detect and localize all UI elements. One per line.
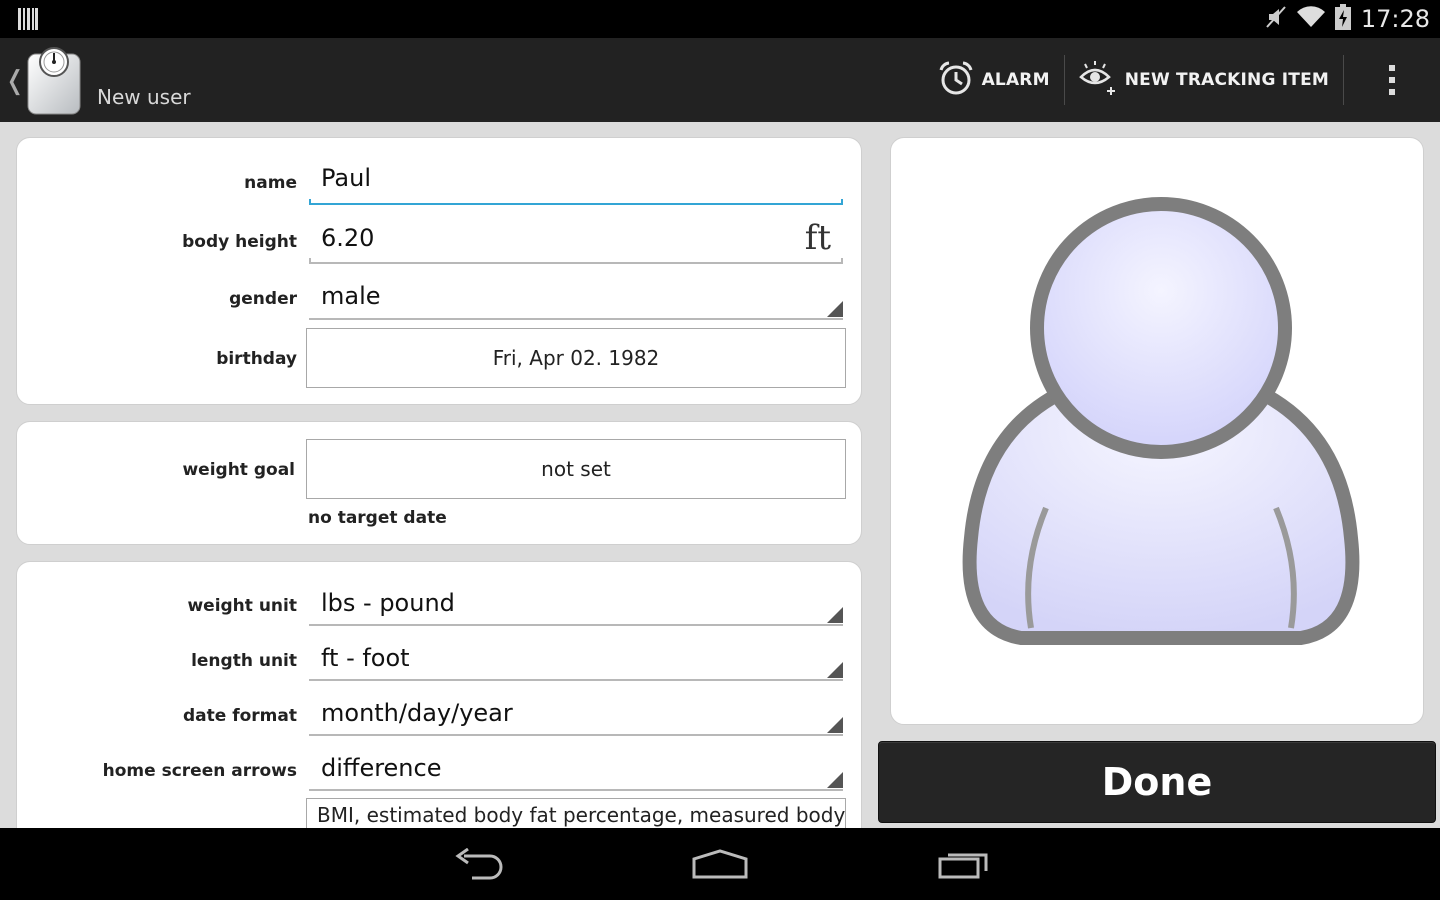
length-unit-label: length unit bbox=[191, 651, 297, 671]
back-button[interactable] bbox=[437, 842, 517, 886]
body-height-underline bbox=[309, 258, 843, 264]
avatar-card[interactable] bbox=[890, 137, 1424, 725]
mute-icon bbox=[1265, 5, 1287, 33]
length-unit-spinner[interactable]: ft - foot bbox=[309, 644, 843, 672]
alarm-label: ALARM bbox=[981, 70, 1050, 90]
birthday-label: birthday bbox=[216, 349, 297, 369]
recent-apps-button[interactable] bbox=[924, 842, 1004, 886]
weight-unit-underline bbox=[309, 624, 843, 626]
navigation-bar bbox=[0, 828, 1440, 900]
home-screen-arrows-spinner[interactable]: difference bbox=[309, 754, 843, 782]
date-format-underline bbox=[309, 734, 843, 736]
spinner-arrow-icon bbox=[827, 607, 843, 623]
displayed-values-button[interactable]: BMI, estimated body fat percentage, meas… bbox=[306, 798, 846, 828]
settings-card: weight unit lbs - pound length unit ft -… bbox=[16, 561, 862, 828]
name-input[interactable]: Paul bbox=[309, 164, 843, 192]
spinner-arrow-icon bbox=[827, 772, 843, 788]
bathroom-scale-icon[interactable] bbox=[24, 44, 84, 116]
weight-unit-label: weight unit bbox=[187, 596, 297, 616]
alarm-clock-icon bbox=[938, 60, 974, 101]
name-label: name bbox=[244, 173, 297, 193]
weight-goal-label: weight goal bbox=[182, 460, 295, 480]
spinner-arrow-icon bbox=[827, 717, 843, 733]
body-height-input[interactable]: 6.20 bbox=[309, 224, 843, 252]
body-height-unit: ft bbox=[804, 218, 831, 258]
home-icon bbox=[692, 849, 748, 879]
date-format-label: date format bbox=[183, 706, 297, 726]
spinner-arrow-icon bbox=[827, 662, 843, 678]
length-unit-underline bbox=[309, 679, 843, 681]
new-tracking-item-button[interactable]: NEW TRACKING ITEM bbox=[1065, 38, 1343, 122]
spinner-arrow-icon bbox=[827, 301, 843, 317]
wifi-icon bbox=[1296, 6, 1325, 32]
date-format-spinner[interactable]: month/day/year bbox=[309, 699, 843, 727]
alarm-button[interactable]: ALARM bbox=[924, 38, 1064, 122]
profile-card: name Paul body height 6.20 ft gender mal… bbox=[16, 137, 862, 405]
action-bar: ❬ New user ALARM NEW TRACKING ITEM bbox=[0, 38, 1440, 122]
weight-goal-button[interactable]: not set bbox=[306, 439, 846, 499]
status-bar: 17:28 bbox=[0, 0, 1440, 38]
birthday-button[interactable]: Fri, Apr 02. 1982 bbox=[306, 328, 846, 388]
back-arrow-icon bbox=[455, 848, 503, 880]
status-time: 17:28 bbox=[1360, 5, 1430, 33]
name-input-underline bbox=[309, 199, 843, 205]
new-tracking-item-label: NEW TRACKING ITEM bbox=[1124, 70, 1329, 90]
recent-apps-icon bbox=[938, 853, 988, 879]
target-date-note: no target date bbox=[308, 508, 447, 528]
home-button[interactable] bbox=[680, 842, 760, 886]
gender-underline bbox=[309, 318, 843, 320]
weight-unit-spinner[interactable]: lbs - pound bbox=[309, 589, 843, 617]
overflow-menu-icon bbox=[1389, 62, 1395, 98]
gender-spinner[interactable]: male bbox=[309, 282, 843, 310]
body-height-label: body height bbox=[182, 232, 297, 252]
overflow-menu-button[interactable] bbox=[1344, 38, 1440, 122]
home-screen-arrows-label: home screen arrows bbox=[102, 761, 297, 781]
barcode-notification-icon bbox=[18, 8, 38, 34]
user-avatar-icon bbox=[962, 197, 1360, 645]
gender-label: gender bbox=[229, 289, 297, 309]
app-title: New user bbox=[97, 85, 191, 109]
battery-icon bbox=[1334, 4, 1351, 34]
eye-plus-icon bbox=[1078, 59, 1117, 102]
up-navigation-icon[interactable]: ❬ bbox=[4, 66, 26, 96]
done-button[interactable]: Done bbox=[878, 741, 1436, 823]
content-area: name Paul body height 6.20 ft gender mal… bbox=[0, 122, 1440, 828]
home-screen-arrows-underline bbox=[309, 789, 843, 791]
weight-goal-card: weight goal not set no target date bbox=[16, 421, 862, 545]
